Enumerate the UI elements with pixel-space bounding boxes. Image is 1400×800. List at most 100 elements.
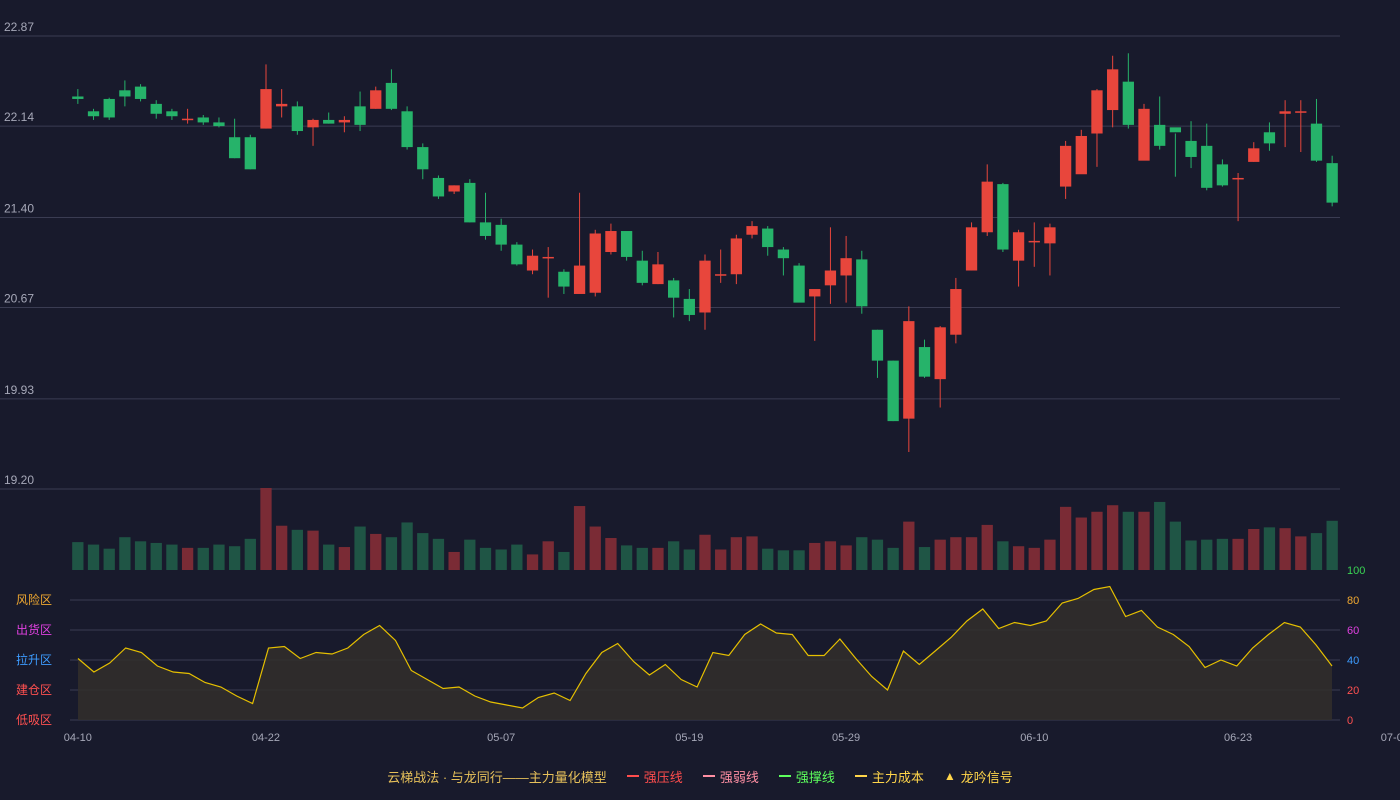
volume-bar	[181, 547, 194, 570]
candle-body	[432, 177, 445, 197]
candle-body	[228, 137, 241, 159]
candle-body	[197, 117, 209, 123]
candle-body	[809, 289, 821, 297]
indicator-panel	[77, 585, 1333, 720]
legend-item-strong-resistance[interactable]: 强压线	[626, 767, 683, 786]
legend-item-strength-line[interactable]: 强弱线	[702, 767, 759, 786]
volume-bar	[871, 539, 884, 570]
volume-bar	[1185, 540, 1197, 570]
candle-body	[1059, 145, 1072, 187]
volume-bar	[1075, 517, 1087, 570]
volume-bar	[1154, 501, 1166, 570]
candle-body	[119, 90, 131, 97]
candle-body	[448, 185, 460, 192]
volume-bar	[1044, 539, 1056, 570]
volume-bar	[1091, 511, 1103, 570]
candle-body	[1263, 132, 1276, 144]
candle-body	[1138, 108, 1150, 161]
date-tick-label: 04-10	[64, 732, 92, 744]
legend-label: 强压线	[643, 769, 683, 785]
candle-body	[1326, 163, 1338, 203]
candle-body	[464, 182, 476, 223]
candle-body	[166, 111, 178, 117]
candlestick-chart: 19.20 19.93 20.67 21.40 22.14 22.87 0 20 40 60 80 1…	[0, 20, 1400, 744]
candle-body	[589, 233, 601, 293]
volume-bar	[134, 541, 147, 570]
candle-body	[181, 118, 194, 121]
candle-body	[1028, 240, 1040, 243]
candle-body	[526, 255, 539, 271]
volume-bar	[934, 539, 946, 570]
legend-label: 主力成本	[871, 769, 924, 785]
candle-body	[777, 249, 790, 259]
volume-bar	[542, 541, 554, 570]
legend-item-main-cost[interactable]: 主力成本	[854, 767, 924, 786]
candle-body	[558, 271, 570, 287]
candle-body	[87, 111, 100, 117]
volume-bar	[918, 547, 931, 570]
triangle-icon: ▲	[943, 769, 956, 783]
candle-body	[1279, 111, 1291, 114]
candle-body	[1044, 227, 1056, 244]
volume-bar	[401, 522, 413, 570]
volume-bar	[370, 533, 382, 570]
candle-body	[762, 228, 774, 248]
volume-bar	[997, 541, 1009, 570]
volume-bar	[1059, 506, 1072, 570]
volume-bar	[87, 544, 100, 570]
candle-body	[715, 274, 727, 276]
candle-body	[260, 89, 272, 129]
candle-body	[699, 260, 711, 313]
legend-swatch-strong-support	[778, 775, 791, 777]
volume-bar	[323, 544, 335, 570]
price-tick-label: 19.20	[4, 473, 34, 487]
candle-body	[244, 137, 256, 170]
candle-body	[1185, 140, 1197, 157]
candle-body	[1169, 127, 1182, 133]
volume-bar	[903, 521, 915, 570]
legend-item-strong-support[interactable]: 强撑线	[778, 767, 835, 786]
volume-bar	[667, 541, 680, 570]
date-tick-label: 06-10	[1020, 732, 1048, 744]
date-tick-label: 05-07	[487, 732, 515, 744]
price-tick-label: 20.67	[4, 292, 34, 306]
volume-bar	[762, 548, 774, 570]
legend-swatch-strong-resistance	[626, 775, 639, 777]
legend-label: 强弱线	[719, 769, 759, 785]
candle-body	[134, 86, 147, 99]
volume-bar	[1012, 546, 1025, 570]
candle-body	[840, 258, 852, 276]
candle-body	[72, 96, 84, 99]
volume-bar	[119, 537, 131, 570]
candle-body	[417, 147, 429, 170]
volume-bar	[887, 547, 899, 570]
candle-body	[856, 259, 868, 307]
date-tick-label: 05-19	[675, 732, 703, 744]
price-tick-label: 19.93	[4, 383, 34, 397]
volume-bar	[1122, 511, 1134, 570]
candle-body	[605, 231, 617, 253]
candle-body	[370, 90, 382, 109]
candle-body	[150, 103, 162, 114]
volume-bar	[354, 526, 366, 570]
volume-bar	[291, 529, 303, 570]
zone-label: 低吸区	[16, 713, 52, 727]
volume-bar	[1028, 547, 1040, 570]
zone-label: 拉升区	[16, 652, 52, 667]
volume-bar	[636, 547, 648, 570]
candle-body	[965, 227, 978, 271]
volume-bar	[652, 547, 664, 570]
volume-bar	[276, 525, 288, 570]
volume-bar	[605, 538, 617, 570]
candle-body	[401, 111, 413, 148]
volume-bar	[558, 551, 570, 570]
candle-body	[871, 329, 884, 361]
volume-bar	[683, 549, 695, 570]
price-tick-label: 22.14	[4, 110, 34, 124]
indicator-tick-label: 80	[1347, 595, 1359, 607]
candle-body	[934, 327, 946, 380]
volume-bar	[777, 550, 790, 570]
legend-item-dragon-signal[interactable]: ▲ 龙吟信号	[944, 767, 1013, 786]
zone-label: 风险区	[16, 592, 52, 607]
volume-bar	[479, 547, 492, 570]
